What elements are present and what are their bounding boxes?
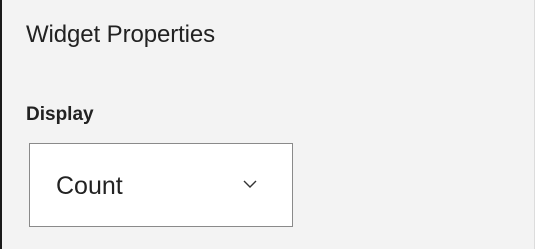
panel-title: Widget Properties (26, 21, 216, 48)
display-select-value: Count (56, 172, 123, 200)
display-select[interactable]: Count (29, 143, 293, 227)
display-label: Display (26, 104, 94, 125)
chevron-down-icon (242, 176, 258, 192)
widget-properties-panel: Widget Properties Display Count (0, 0, 535, 249)
